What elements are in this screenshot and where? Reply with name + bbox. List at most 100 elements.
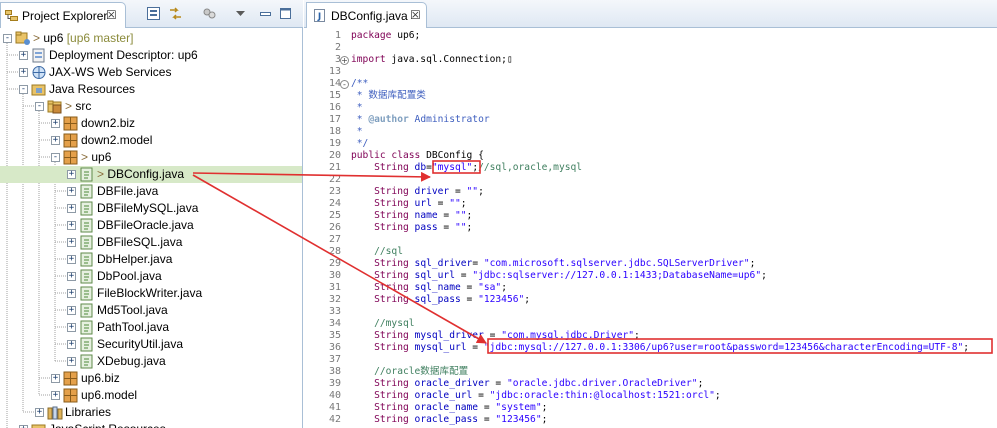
fold-collapse-icon[interactable]: -	[340, 80, 349, 89]
maximize-icon[interactable]	[278, 6, 293, 21]
line-number: 2	[334, 42, 341, 53]
minimize-icon[interactable]	[258, 6, 273, 21]
code-token: *	[351, 126, 363, 137]
code-token: ;	[963, 342, 970, 353]
expand-toggle-icon[interactable]: +	[67, 204, 76, 213]
project-icon	[15, 31, 30, 45]
tree-item-down2-biz[interactable]: + down2.biz	[0, 115, 302, 132]
code-line: String url = "";	[351, 198, 466, 210]
close-icon[interactable]: ☒	[106, 8, 117, 22]
tree-item-label: > up6 [up6 master]	[33, 31, 133, 46]
expand-toggle-icon[interactable]: +	[51, 374, 60, 383]
tree-item-dbconfig-java[interactable]: + > DBConfig.java	[0, 166, 302, 183]
tree-item-src[interactable]: - > src	[0, 98, 302, 115]
expand-toggle-icon[interactable]: +	[67, 289, 76, 298]
tree-item-dbfilemysql-java[interactable]: + DBFileMySQL.java	[0, 200, 302, 217]
tree-item-label: DbHelper.java	[97, 252, 172, 267]
expand-toggle-icon[interactable]: +	[19, 51, 28, 60]
expand-toggle-icon[interactable]: +	[67, 306, 76, 315]
code-token: ;	[714, 390, 721, 401]
tree-item-java-resources[interactable]: - Java Resources	[0, 81, 302, 98]
line-number: 20	[328, 150, 341, 161]
tree-item-dbhelper-java[interactable]: + DbHelper.java	[0, 251, 302, 268]
tree-item-pathtool-java[interactable]: + PathTool.java	[0, 319, 302, 336]
code-token: =	[472, 390, 490, 401]
tree-item-text: DBFileMySQL.java	[97, 201, 199, 215]
code-line: */	[351, 138, 369, 150]
collapse-toggle-icon[interactable]: -	[51, 153, 60, 162]
expand-toggle-icon[interactable]: +	[67, 340, 76, 349]
line-number: 17	[328, 114, 341, 125]
tab-project-explorer-label: Project Explorer	[22, 9, 108, 23]
code-token: //sql,oracle,mysql	[478, 162, 583, 173]
fold-expand-icon[interactable]: +	[340, 56, 349, 65]
dirty-marker: >	[97, 167, 108, 181]
collapse-toggle-icon[interactable]: -	[35, 102, 44, 111]
collapse-toggle-icon[interactable]: -	[19, 85, 28, 94]
focus-icon[interactable]	[202, 6, 217, 21]
tree-item-up6[interactable]: - > up6	[0, 149, 302, 166]
code-token: ;	[634, 330, 640, 341]
tree-item-libraries[interactable]: + Libraries	[0, 404, 302, 421]
tree-item-up6[interactable]: - > up6 [up6 master]	[0, 30, 302, 47]
line-number: 16	[328, 102, 341, 113]
code-token: ;	[541, 402, 548, 413]
code-token: String	[374, 342, 409, 353]
code-token: up6;	[391, 30, 421, 41]
tree-item-dbfile-java[interactable]: + DBFile.java	[0, 183, 302, 200]
code-token: "system"	[495, 402, 542, 413]
tree-item-label: DBFileSQL.java	[97, 235, 182, 250]
expand-toggle-icon[interactable]: +	[51, 391, 60, 400]
expand-toggle-icon[interactable]: +	[51, 136, 60, 145]
tree-item-up6-model[interactable]: + up6.model	[0, 387, 302, 404]
tree-item-xdebug-java[interactable]: + XDebug.java	[0, 353, 302, 370]
close-icon[interactable]: ☒	[410, 8, 421, 22]
tree-item-label: SecurityUtil.java	[97, 337, 183, 352]
code-line: * @author Administrator	[351, 114, 490, 126]
expand-toggle-icon[interactable]: +	[67, 170, 76, 179]
tab-dbconfig-java[interactable]: J DBConfig.java ☒	[306, 2, 427, 28]
line-number: 28	[328, 246, 341, 257]
code-token: ;	[541, 414, 548, 425]
tree-item-javascript-resources[interactable]: +JSJavaScript Resources	[0, 421, 302, 428]
tree-item-md5tool-java[interactable]: + Md5Tool.java	[0, 302, 302, 319]
expand-toggle-icon[interactable]: +	[51, 119, 60, 128]
expand-toggle-icon[interactable]: +	[35, 408, 44, 417]
code-token: ;	[466, 210, 473, 221]
expand-toggle-icon[interactable]: +	[67, 272, 76, 281]
view-menu-icon[interactable]	[233, 6, 248, 21]
collapse-toggle-icon[interactable]: -	[3, 34, 12, 43]
code-area[interactable]: package up6; import java.sql.Connection;▯…	[350, 28, 997, 428]
expand-toggle-icon[interactable]: +	[67, 238, 76, 247]
tree-item-down2-model[interactable]: + down2.model	[0, 132, 302, 149]
expand-toggle-icon[interactable]: +	[67, 357, 76, 366]
code-token: mysql_driver	[408, 330, 484, 341]
expand-toggle-icon[interactable]: +	[67, 221, 76, 230]
line-number: 33	[328, 306, 341, 317]
tree-item-fileblockwriter-java[interactable]: + FileBlockWriter.java	[0, 285, 302, 302]
line-number: 24	[328, 198, 341, 209]
code-line: String db="mysql";//sql,oracle,mysql	[351, 162, 582, 174]
tree-item-securityutil-java[interactable]: + SecurityUtil.java	[0, 336, 302, 353]
expand-toggle-icon[interactable]: +	[67, 255, 76, 264]
link-with-editor-icon[interactable]	[168, 6, 183, 21]
java-file-icon	[80, 201, 93, 216]
code-token: //sql	[351, 246, 403, 257]
tree-item-dbfilesql-java[interactable]: + DBFileSQL.java	[0, 234, 302, 251]
tree-item-dbpool-java[interactable]: + DbPool.java	[0, 268, 302, 285]
tree-item-text: Java Resources	[49, 82, 136, 96]
tree-item-up6-biz[interactable]: + up6.biz	[0, 370, 302, 387]
expand-toggle-icon[interactable]: +	[67, 323, 76, 332]
tree-item-deployment-descriptor-up6[interactable]: + Deployment Descriptor: up6	[0, 47, 302, 64]
tree-item-dbfileoracle-java[interactable]: + DBFileOracle.java	[0, 217, 302, 234]
expand-toggle-icon[interactable]: +	[19, 68, 28, 77]
tab-project-explorer[interactable]: Project Explorer ☒	[0, 2, 126, 28]
tree-item-label: XDebug.java	[97, 354, 166, 369]
tree-item-text: JAX-WS Web Services	[49, 65, 172, 79]
expand-toggle-icon[interactable]: +	[67, 187, 76, 196]
code-token: @author	[368, 114, 409, 125]
tree-item-jax-ws-web-services[interactable]: + JAX-WS Web Services	[0, 64, 302, 81]
collapse-all-icon[interactable]	[146, 6, 161, 21]
